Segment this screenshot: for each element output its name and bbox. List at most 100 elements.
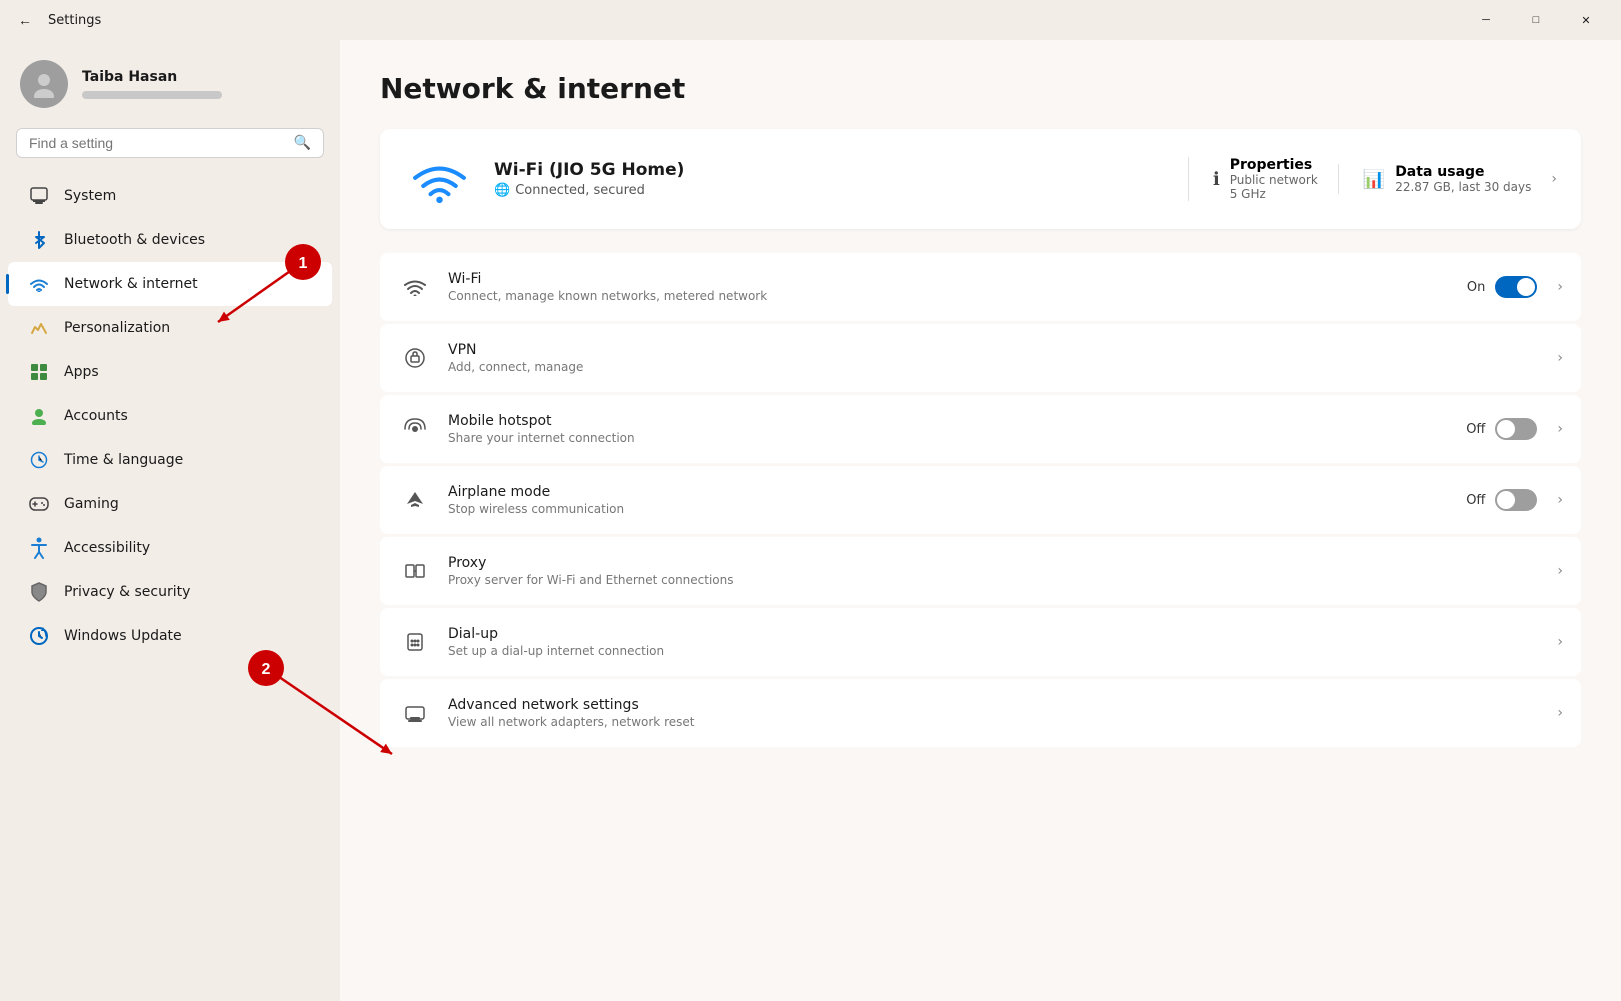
airplane-setting-icon (398, 483, 432, 517)
nav-list: System Bluetooth & devices Network & int… (0, 174, 340, 658)
chevron-icon-hotspot: › (1557, 421, 1563, 437)
hotspot-setting-title: Mobile hotspot (448, 413, 1450, 429)
wifi-setting-info: Wi-Fi Connect, manage known networks, me… (448, 271, 1451, 303)
dialup-setting-desc: Set up a dial-up internet connection (448, 644, 1531, 658)
settings-item-vpn[interactable]: VPN Add, connect, manage › (380, 324, 1581, 392)
chevron-icon-wifi: › (1557, 279, 1563, 295)
properties-sub1: Public network (1230, 173, 1318, 187)
toggle-hotspot[interactable] (1495, 418, 1537, 440)
close-button[interactable]: ✕ (1563, 4, 1609, 36)
sidebar-item-privacy[interactable]: Privacy & security (8, 570, 332, 614)
sidebar-item-accessibility[interactable]: Accessibility (8, 526, 332, 570)
search-icon: 🔍 (294, 135, 311, 151)
apps-icon (28, 361, 50, 383)
sidebar-label-network: Network & internet (64, 276, 198, 292)
chevron-right-icon: › (1551, 171, 1557, 187)
minimize-button[interactable]: ─ (1463, 4, 1509, 36)
wifi-usage-section[interactable]: 📊 Data usage 22.87 GB, last 30 days › (1338, 164, 1557, 194)
titlebar: ← Settings ─ □ ✕ (0, 0, 1621, 40)
toggle-wifi[interactable] (1495, 276, 1537, 298)
proxy-setting-info: Proxy Proxy server for Wi-Fi and Etherne… (448, 555, 1531, 587)
settings-list: Wi-Fi Connect, manage known networks, me… (380, 253, 1581, 747)
vpn-setting-right: › (1547, 350, 1563, 366)
back-button[interactable]: ← (12, 8, 38, 32)
sidebar-item-personalization[interactable]: Personalization (8, 306, 332, 350)
sidebar-item-accounts[interactable]: Accounts (8, 394, 332, 438)
sidebar-label-time: Time & language (64, 452, 183, 468)
settings-item-airplane[interactable]: Airplane mode Stop wireless communicatio… (380, 466, 1581, 534)
personalization-icon (28, 317, 50, 339)
toggle-label-airplane: Off (1466, 493, 1485, 508)
airplane-setting-title: Airplane mode (448, 484, 1450, 500)
globe-icon: 🌐 (494, 183, 510, 198)
advanced-setting-info: Advanced network settings View all netwo… (448, 697, 1531, 729)
data-usage-icon: 📊 (1363, 169, 1385, 190)
wifi-setting-title: Wi-Fi (448, 271, 1451, 287)
chevron-icon-airplane: › (1557, 492, 1563, 508)
sidebar-item-time[interactable]: Time & language (8, 438, 332, 482)
sidebar-item-update[interactable]: Windows Update (8, 614, 332, 658)
wifi-setting-desc: Connect, manage known networks, metered … (448, 289, 1451, 303)
sidebar-label-bluetooth: Bluetooth & devices (64, 232, 205, 248)
wifi-setting-icon (398, 270, 432, 304)
wifi-properties-section[interactable]: ℹ Properties Public network 5 GHz (1188, 157, 1318, 201)
usage-sub: 22.87 GB, last 30 days (1395, 180, 1531, 194)
wifi-banner[interactable]: Wi-Fi (JIO 5G Home) 🌐 Connected, secured… (380, 129, 1581, 229)
properties-label: Properties (1230, 157, 1318, 173)
hotspot-setting-icon (398, 412, 432, 446)
wifi-name: Wi-Fi (JIO 5G Home) (494, 160, 1168, 180)
sidebar-item-system[interactable]: System (8, 174, 332, 218)
proxy-setting-desc: Proxy server for Wi-Fi and Ethernet conn… (448, 573, 1531, 587)
maximize-button[interactable]: □ (1513, 4, 1559, 36)
sidebar-label-personalization: Personalization (64, 320, 170, 336)
settings-item-proxy[interactable]: Proxy Proxy server for Wi-Fi and Etherne… (380, 537, 1581, 605)
properties-sub2: 5 GHz (1230, 187, 1318, 201)
sidebar-label-gaming: Gaming (64, 496, 119, 512)
page-title: Network & internet (380, 72, 1581, 105)
sidebar-item-network[interactable]: Network & internet (8, 262, 332, 306)
bluetooth-icon (28, 229, 50, 251)
advanced-setting-title: Advanced network settings (448, 697, 1531, 713)
app-container: Taiba Hasan 🔍 System Bluetooth & devices… (0, 40, 1621, 1001)
sidebar-label-accounts: Accounts (64, 408, 128, 424)
airplane-setting-desc: Stop wireless communication (448, 502, 1450, 516)
toggle-airplane[interactable] (1495, 489, 1537, 511)
settings-item-hotspot[interactable]: Mobile hotspot Share your internet conne… (380, 395, 1581, 463)
system-icon (28, 185, 50, 207)
hotspot-setting-right: Off › (1466, 418, 1563, 440)
search-input[interactable] (29, 135, 286, 151)
privacy-icon (28, 581, 50, 603)
search-container: 🔍 (0, 128, 340, 174)
user-profile[interactable]: Taiba Hasan (0, 40, 340, 128)
hotspot-setting-info: Mobile hotspot Share your internet conne… (448, 413, 1450, 445)
proxy-setting-title: Proxy (448, 555, 1531, 571)
hotspot-setting-desc: Share your internet connection (448, 431, 1450, 445)
vpn-setting-desc: Add, connect, manage (448, 360, 1531, 374)
sidebar-label-system: System (64, 188, 116, 204)
sidebar-item-apps[interactable]: Apps (8, 350, 332, 394)
airplane-setting-right: Off › (1466, 489, 1563, 511)
properties-info: Properties Public network 5 GHz (1230, 157, 1318, 201)
settings-item-advanced[interactable]: Advanced network settings View all netwo… (380, 679, 1581, 747)
sidebar-label-accessibility: Accessibility (64, 540, 150, 556)
wifi-status: 🌐 Connected, secured (494, 183, 1168, 198)
toggle-label-hotspot: Off (1466, 422, 1485, 437)
settings-item-dialup[interactable]: Dial-up Set up a dial-up internet connec… (380, 608, 1581, 676)
chevron-icon-advanced: › (1557, 705, 1563, 721)
time-icon (28, 449, 50, 471)
sidebar-label-apps: Apps (64, 364, 99, 380)
wifi-setting-right: On› (1467, 276, 1563, 298)
airplane-setting-info: Airplane mode Stop wireless communicatio… (448, 484, 1450, 516)
user-info: Taiba Hasan (82, 69, 222, 99)
accessibility-icon (28, 537, 50, 559)
sidebar-item-bluetooth[interactable]: Bluetooth & devices (8, 218, 332, 262)
search-box: 🔍 (16, 128, 324, 158)
accounts-icon (28, 405, 50, 427)
update-icon (28, 625, 50, 647)
sidebar-label-update: Windows Update (64, 628, 182, 644)
user-account-bar (82, 91, 222, 99)
settings-item-wifi[interactable]: Wi-Fi Connect, manage known networks, me… (380, 253, 1581, 321)
sidebar-item-gaming[interactable]: Gaming (8, 482, 332, 526)
chevron-icon-dialup: › (1557, 634, 1563, 650)
titlebar-title: Settings (48, 13, 101, 28)
